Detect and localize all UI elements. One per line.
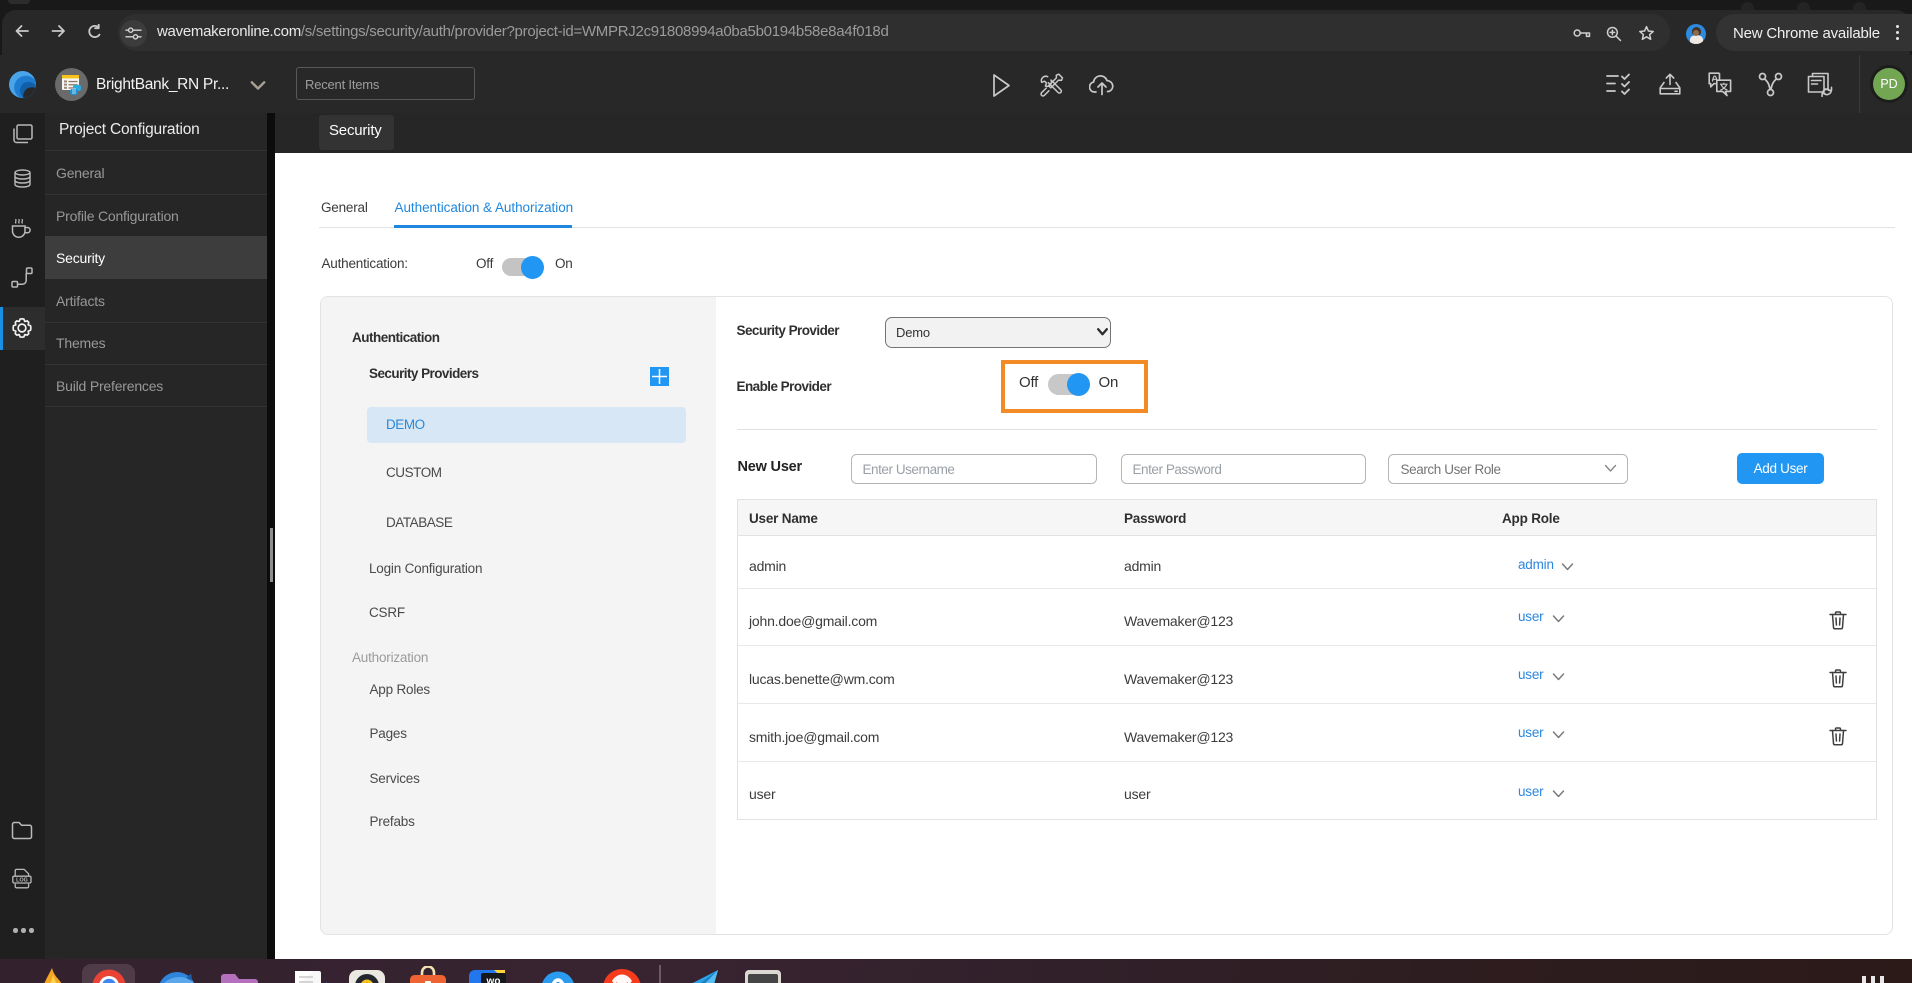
svg-text:LOG: LOG [16,878,28,884]
svg-text:wo: wo [486,976,501,983]
